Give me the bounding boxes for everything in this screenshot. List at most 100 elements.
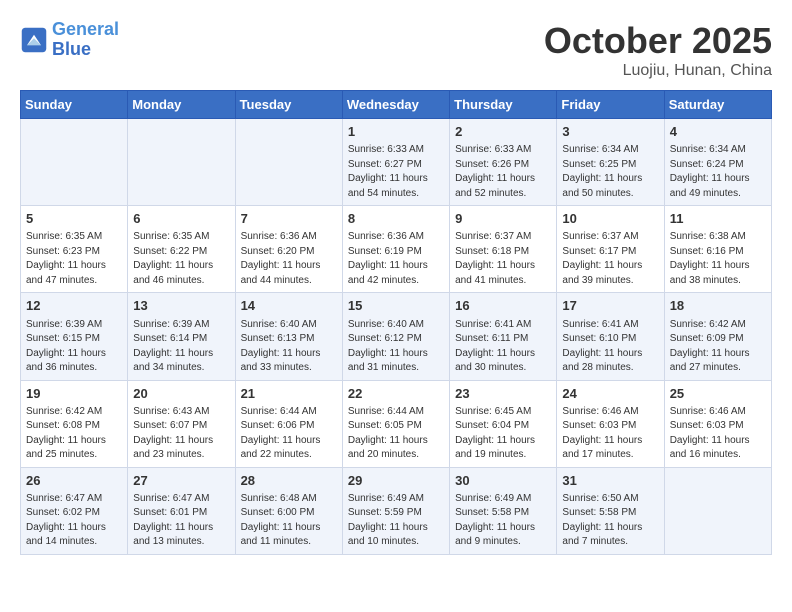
day-info: Sunrise: 6:34 AM Sunset: 6:25 PM Dayligh… (562, 143, 658, 201)
day-number: 8 (348, 210, 444, 228)
day-info: Sunrise: 6:40 AM Sunset: 6:13 PM Dayligh… (241, 318, 337, 376)
day-number: 18 (670, 297, 766, 315)
day-number: 31 (562, 472, 658, 490)
calendar-cell: 3Sunrise: 6:34 AM Sunset: 6:25 PM Daylig… (557, 119, 664, 206)
location: Luojiu, Hunan, China (544, 62, 772, 80)
calendar-week-row: 26 Sunrise: 6:47 AM Sunset: 6:02 PM Dayli… (21, 467, 772, 554)
calendar-cell: 20 Sunrise: 6:43 AM Sunset: 6:07 PM Dayli… (128, 380, 235, 467)
day-info: Sunrise: 6:40 AM Sunset: 6:12 PM Dayligh… (348, 318, 444, 376)
calendar-week-row: 5 Sunrise: 6:35 AM Sunset: 6:23 PM Daylig… (21, 206, 772, 293)
day-info: Sunrise: 6:35 AM Sunset: 6:23 PM Dayligh… (26, 230, 122, 288)
calendar-cell: 18Sunrise: 6:42 AM Sunset: 6:09 PM Dayli… (664, 293, 771, 380)
day-info: Sunrise: 6:36 AM Sunset: 6:20 PM Dayligh… (241, 230, 337, 288)
day-info: Sunrise: 6:48 AM Sunset: 6:00 PM Dayligh… (241, 492, 337, 550)
calendar-cell: 15 Sunrise: 6:40 AM Sunset: 6:12 PM Dayli… (342, 293, 449, 380)
day-info: Sunrise: 6:36 AM Sunset: 6:19 PM Dayligh… (348, 230, 444, 288)
day-number: 5 (26, 210, 122, 228)
calendar-cell: 12 Sunrise: 6:39 AM Sunset: 6:15 PM Dayli… (21, 293, 128, 380)
day-number: 26 (26, 472, 122, 490)
day-number: 30 (455, 472, 551, 490)
day-number: 11 (670, 210, 766, 228)
weekday-header: Thursday (450, 91, 557, 119)
day-info: Sunrise: 6:49 AM Sunset: 5:59 PM Dayligh… (348, 492, 444, 550)
day-info: Sunrise: 6:33 AM Sunset: 6:27 PM Dayligh… (348, 143, 444, 201)
day-info: Sunrise: 6:41 AM Sunset: 6:10 PM Dayligh… (562, 318, 658, 376)
day-number: 24 (562, 385, 658, 403)
day-number: 10 (562, 210, 658, 228)
weekday-header: Friday (557, 91, 664, 119)
day-number: 6 (133, 210, 229, 228)
day-number: 16 (455, 297, 551, 315)
calendar-cell: 23 Sunrise: 6:45 AM Sunset: 6:04 PM Dayli… (450, 380, 557, 467)
calendar-cell: 22Sunrise: 6:44 AM Sunset: 6:05 PM Dayli… (342, 380, 449, 467)
day-number: 29 (348, 472, 444, 490)
day-info: Sunrise: 6:50 AM Sunset: 5:58 PM Dayligh… (562, 492, 658, 550)
day-number: 28 (241, 472, 337, 490)
day-info: Sunrise: 6:42 AM Sunset: 6:08 PM Dayligh… (26, 405, 122, 463)
calendar-cell: 31 Sunrise: 6:50 AM Sunset: 5:58 PM Dayli… (557, 467, 664, 554)
weekday-header: Wednesday (342, 91, 449, 119)
day-info: Sunrise: 6:35 AM Sunset: 6:22 PM Dayligh… (133, 230, 229, 288)
calendar-cell: 28 Sunrise: 6:48 AM Sunset: 6:00 PM Dayli… (235, 467, 342, 554)
calendar-week-row: 12 Sunrise: 6:39 AM Sunset: 6:15 PM Dayli… (21, 293, 772, 380)
day-info: Sunrise: 6:45 AM Sunset: 6:04 PM Dayligh… (455, 405, 551, 463)
day-info: Sunrise: 6:46 AM Sunset: 6:03 PM Dayligh… (670, 405, 766, 463)
weekday-header: Saturday (664, 91, 771, 119)
day-info: Sunrise: 6:34 AM Sunset: 6:24 PM Dayligh… (670, 143, 766, 201)
day-number: 4 (670, 123, 766, 141)
day-number: 27 (133, 472, 229, 490)
day-number: 20 (133, 385, 229, 403)
day-info: Sunrise: 6:39 AM Sunset: 6:15 PM Dayligh… (26, 318, 122, 376)
calendar-cell: 25 Sunrise: 6:46 AM Sunset: 6:03 PM Dayli… (664, 380, 771, 467)
day-number: 1 (348, 123, 444, 141)
title-block: October 2025 Luojiu, Hunan, China (544, 20, 772, 80)
day-number: 17 (562, 297, 658, 315)
calendar-cell: 7 Sunrise: 6:36 AM Sunset: 6:20 PM Daylig… (235, 206, 342, 293)
day-number: 25 (670, 385, 766, 403)
weekday-header: Monday (128, 91, 235, 119)
calendar-cell (664, 467, 771, 554)
day-number: 19 (26, 385, 122, 403)
day-info: Sunrise: 6:43 AM Sunset: 6:07 PM Dayligh… (133, 405, 229, 463)
calendar-cell: 5 Sunrise: 6:35 AM Sunset: 6:23 PM Daylig… (21, 206, 128, 293)
weekday-header-row: SundayMondayTuesdayWednesdayThursdayFrid… (21, 91, 772, 119)
day-number: 21 (241, 385, 337, 403)
calendar-cell: 11Sunrise: 6:38 AM Sunset: 6:16 PM Dayli… (664, 206, 771, 293)
calendar-cell: 27Sunrise: 6:47 AM Sunset: 6:01 PM Dayli… (128, 467, 235, 554)
day-number: 12 (26, 297, 122, 315)
day-info: Sunrise: 6:37 AM Sunset: 6:17 PM Dayligh… (562, 230, 658, 288)
day-number: 14 (241, 297, 337, 315)
day-number: 7 (241, 210, 337, 228)
calendar-cell: 10 Sunrise: 6:37 AM Sunset: 6:17 PM Dayli… (557, 206, 664, 293)
day-number: 13 (133, 297, 229, 315)
weekday-header: Sunday (21, 91, 128, 119)
logo-text: General Blue (52, 20, 119, 60)
calendar-week-row: 19 Sunrise: 6:42 AM Sunset: 6:08 PM Dayli… (21, 380, 772, 467)
page-header: General Blue October 2025 Luojiu, Hunan,… (20, 20, 772, 80)
day-number: 2 (455, 123, 551, 141)
day-info: Sunrise: 6:37 AM Sunset: 6:18 PM Dayligh… (455, 230, 551, 288)
calendar-cell: 24Sunrise: 6:46 AM Sunset: 6:03 PM Dayli… (557, 380, 664, 467)
calendar-cell: 14 Sunrise: 6:40 AM Sunset: 6:13 PM Dayli… (235, 293, 342, 380)
calendar-cell: 1 Sunrise: 6:33 AM Sunset: 6:27 PM Daylig… (342, 119, 449, 206)
month-title: October 2025 (544, 20, 772, 62)
day-info: Sunrise: 6:33 AM Sunset: 6:26 PM Dayligh… (455, 143, 551, 201)
day-number: 15 (348, 297, 444, 315)
calendar-cell: 8 Sunrise: 6:36 AM Sunset: 6:19 PM Daylig… (342, 206, 449, 293)
calendar-cell: 19 Sunrise: 6:42 AM Sunset: 6:08 PM Dayli… (21, 380, 128, 467)
day-info: Sunrise: 6:47 AM Sunset: 6:02 PM Dayligh… (26, 492, 122, 550)
day-number: 22 (348, 385, 444, 403)
calendar-cell: 21Sunrise: 6:44 AM Sunset: 6:06 PM Dayli… (235, 380, 342, 467)
calendar-cell: 13 Sunrise: 6:39 AM Sunset: 6:14 PM Dayli… (128, 293, 235, 380)
day-info: Sunrise: 6:49 AM Sunset: 5:58 PM Dayligh… (455, 492, 551, 550)
day-info: Sunrise: 6:41 AM Sunset: 6:11 PM Dayligh… (455, 318, 551, 376)
calendar-table: SundayMondayTuesdayWednesdayThursdayFrid… (20, 90, 772, 555)
weekday-header: Tuesday (235, 91, 342, 119)
day-number: 9 (455, 210, 551, 228)
calendar-week-row: 1 Sunrise: 6:33 AM Sunset: 6:27 PM Daylig… (21, 119, 772, 206)
calendar-cell: 17 Sunrise: 6:41 AM Sunset: 6:10 PM Dayli… (557, 293, 664, 380)
day-number: 23 (455, 385, 551, 403)
day-info: Sunrise: 6:39 AM Sunset: 6:14 PM Dayligh… (133, 318, 229, 376)
calendar-cell: 2 Sunrise: 6:33 AM Sunset: 6:26 PM Daylig… (450, 119, 557, 206)
logo: General Blue (20, 20, 119, 60)
